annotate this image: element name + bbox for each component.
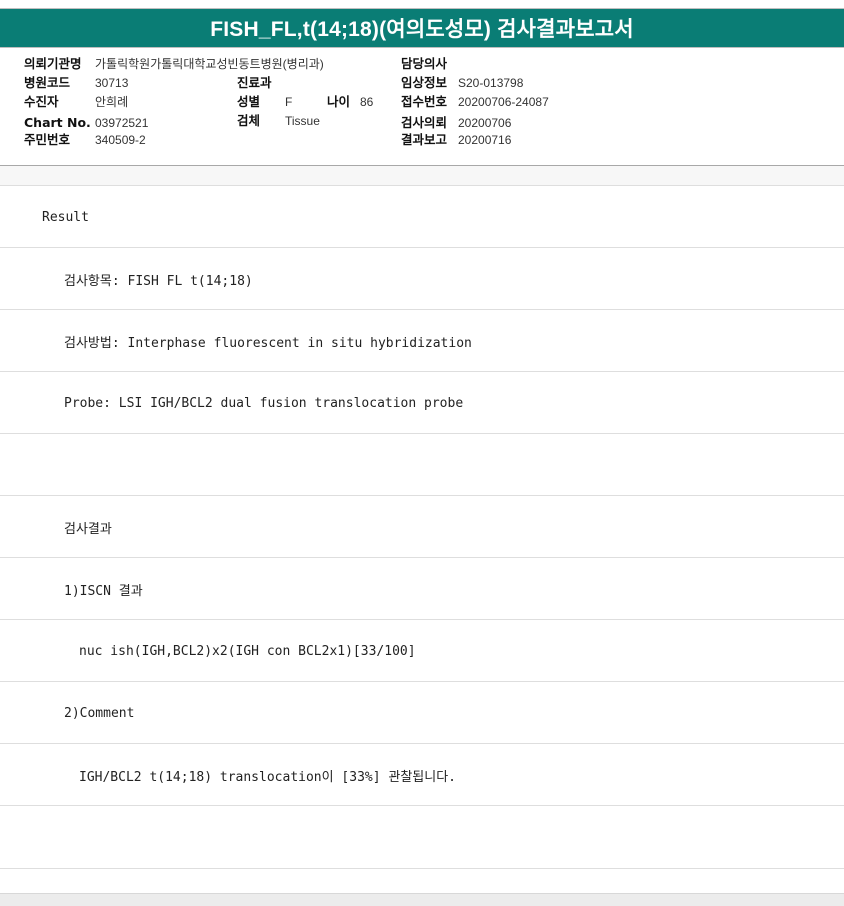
- requesting-institution-value: 가톨릭학원가톨릭대학교성빈동트병원(병리과): [95, 57, 324, 71]
- patient-label: 수진자: [24, 94, 59, 109]
- result-row: 2)Comment: [0, 681, 844, 743]
- clinical-info-label: 임상정보: [401, 75, 448, 90]
- specimen-label: 검체: [237, 113, 261, 128]
- physician-label: 담당의사: [401, 56, 448, 71]
- result-row: 검사항목: FISH FL t(14;18): [0, 247, 844, 309]
- test-request-value: 20200706: [458, 116, 512, 130]
- sex-label: 성별: [237, 94, 261, 109]
- report-title-bar: FISH_FL,t(14;18)(여의도성모) 검사결과보고서: [0, 8, 844, 48]
- comment-heading: 2)Comment: [64, 705, 135, 721]
- receipt-no-value: 20200706-24087: [458, 95, 549, 109]
- hospital-code-label: 병원코드: [24, 75, 71, 90]
- result-heading: Result: [42, 209, 89, 225]
- resident-no-label: 주민번호: [24, 132, 71, 147]
- result-row: 검사방법: Interphase fluorescent in situ hyb…: [0, 309, 844, 371]
- result-row: [0, 433, 844, 495]
- report-title: FISH_FL,t(14;18)(여의도성모) 검사결과보고서: [210, 18, 634, 41]
- resident-no-value: 340509-2: [95, 133, 146, 147]
- result-report-value: 20200716: [458, 133, 512, 147]
- result-row: Result: [0, 185, 844, 247]
- specimen-value: Tissue: [285, 114, 320, 128]
- iscn-result-line: nuc ish(IGH,BCL2)x2(IGH con BCL2x1)[33/1…: [79, 643, 416, 659]
- probe-line: Probe: LSI IGH/BCL2 dual fusion transloc…: [64, 395, 464, 411]
- chart-no-value: 03972521: [95, 116, 149, 130]
- iscn-heading: 1)ISCN 결과: [64, 583, 143, 599]
- result-report-label: 결과보고: [401, 132, 448, 147]
- chart-no-label: Chart No.: [24, 115, 91, 130]
- result-row: 검사결과: [0, 495, 844, 557]
- test-method-line: 검사방법: Interphase fluorescent in situ hyb…: [64, 335, 472, 351]
- sex-value: F: [285, 95, 293, 109]
- section-gap: [0, 166, 844, 185]
- test-request-label: 검사의뢰: [401, 115, 448, 130]
- result-section: Result 검사항목: FISH FL t(14;18) 검사방법: Inte…: [0, 185, 844, 869]
- result-row: IGH/BCL2 t(14;18) translocation이 [33%] 관…: [0, 743, 844, 805]
- test-item-line: 검사항목: FISH FL t(14;18): [64, 273, 253, 289]
- requesting-institution-label: 의뢰기관명: [24, 56, 82, 71]
- test-result-heading: 검사결과: [64, 521, 112, 537]
- clinical-info-value: S20-013798: [458, 76, 524, 90]
- result-row: Probe: LSI IGH/BCL2 dual fusion transloc…: [0, 371, 844, 433]
- result-row: [0, 805, 844, 869]
- department-label: 진료과: [237, 75, 272, 90]
- hospital-code-value: 30713: [95, 76, 129, 90]
- horizontal-scrollbar[interactable]: [0, 893, 844, 906]
- receipt-no-label: 접수번호: [401, 94, 448, 109]
- result-row: 1)ISCN 결과: [0, 557, 844, 619]
- age-value: 86: [360, 95, 374, 109]
- comment-line: IGH/BCL2 t(14;18) translocation이 [33%] 관…: [79, 769, 456, 785]
- result-row: nuc ish(IGH,BCL2)x2(IGH con BCL2x1)[33/1…: [0, 619, 844, 681]
- patient-value: 안희례: [95, 95, 129, 109]
- age-label: 나이: [327, 94, 351, 109]
- patient-info-panel: 의뢰기관명 가톨릭학원가톨릭대학교성빈동트병원(병리과) 병원코드 30713 …: [0, 48, 844, 166]
